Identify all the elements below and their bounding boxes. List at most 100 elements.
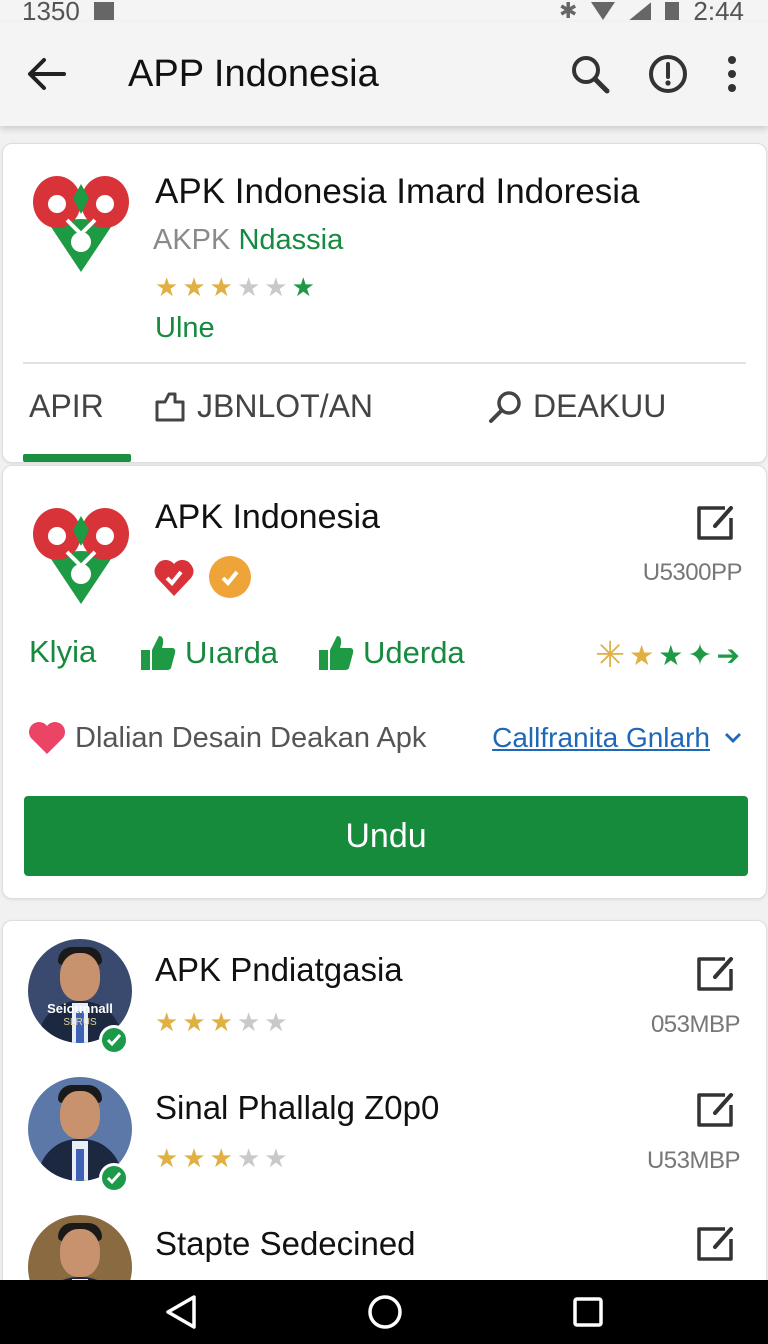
star-icon: ★ (209, 1143, 233, 1173)
status-bar: 1350 ✱ 2:44 (0, 0, 768, 22)
tab-label: APIR (29, 388, 104, 424)
star-icon: ★ (209, 272, 233, 302)
stat-item[interactable]: Uıarda (139, 634, 278, 672)
divider (23, 362, 746, 364)
square-recents-icon (572, 1297, 603, 1327)
list-item-title: APK Pndiatgasia (155, 951, 403, 988)
avatar (28, 1215, 132, 1281)
more-vertical-icon (728, 56, 736, 92)
app-logo-icon (33, 508, 129, 604)
list-item-title: Stapte Sedecined (155, 1225, 416, 1262)
star-icon: ★ (155, 272, 179, 302)
star-icon: ★ (264, 1007, 288, 1037)
star-icon: ★ (236, 272, 261, 302)
list-item-rating: ★ ★ ★ ★ ★ (155, 1009, 288, 1035)
search-button[interactable] (570, 54, 610, 94)
featured-app-developer[interactable]: AKPK Ndassia (153, 224, 343, 257)
stat-label: Uderda (363, 635, 465, 670)
edit-icon[interactable] (695, 953, 737, 993)
edit-icon[interactable] (695, 1089, 737, 1129)
alert-circle-icon (649, 55, 687, 93)
heart-check-icon (153, 556, 195, 598)
star-icon: ★ (264, 1143, 288, 1173)
app-list-card: Seiounnall SLRUS APK Pndiatgasia ★ ★ ★ ★… (2, 920, 767, 1320)
star-icon: ★ (209, 1007, 233, 1037)
stat-label: Uıarda (185, 635, 279, 670)
circle-home-icon (368, 1295, 402, 1329)
star-icon: ★ (291, 272, 315, 302)
stat-item[interactable]: Uderda (317, 634, 465, 672)
list-item-size: U53MBP (646, 1147, 741, 1174)
developer-name: Ndassia (238, 224, 344, 256)
stats-row: Klyia Uıarda Uderda ✳ ★ ★ ✦ ➔ (29, 634, 740, 684)
bluetooth-icon: ✱ (558, 0, 578, 22)
category-link-row[interactable]: Callfranita Gnlarh (492, 722, 742, 754)
favorite-row[interactable]: Dlalian Desain Deakan Apk (27, 720, 426, 756)
list-item-size: 053MBP (650, 1011, 741, 1038)
nav-recents-button[interactable] (572, 1296, 604, 1328)
star-icon: ★ (155, 1143, 179, 1173)
triangle-back-icon (166, 1295, 197, 1329)
stat-label: Klyia (29, 634, 97, 669)
status-time-left: 1350 (22, 0, 80, 22)
star-icon: ★ (182, 1143, 206, 1173)
signal-icon (629, 2, 652, 20)
app-detail-card: APK Indonesia U5300PP Klyia Uıarda Uderd… (2, 465, 767, 899)
stat-item: Klyia (29, 634, 96, 670)
thumbs-up-icon (319, 636, 354, 670)
star-icon: ★ (658, 639, 684, 671)
info-button[interactable] (648, 54, 688, 94)
star-icon: ★ (264, 272, 288, 302)
system-nav-bar (0, 1280, 768, 1344)
list-item[interactable]: Seiounnall SLRUS APK Pndiatgasia ★ ★ ★ ★… (3, 931, 766, 1067)
list-item-title: Sinal Phallalg Z0p0 (155, 1089, 440, 1126)
list-item-rating: ★ ★ ★ ★ ★ (155, 1145, 288, 1171)
category-link[interactable]: Callfranita Gnlarh (492, 722, 710, 754)
featured-app-card[interactable]: APK Indonesia Imard Indoresia AKPK Ndass… (2, 143, 767, 463)
wifi-icon (591, 2, 616, 20)
edit-icon[interactable] (695, 1223, 737, 1263)
nav-home-button[interactable] (367, 1294, 403, 1330)
sparkle-icon: ✳ (595, 634, 626, 675)
tab-label: DEAKUU (533, 388, 667, 424)
tab-active-indicator (23, 454, 131, 462)
star-icon: ★ (155, 1007, 179, 1037)
overflow-menu-button[interactable] (726, 55, 738, 93)
list-item[interactable]: Sinal Phallalg Z0p0 ★ ★ ★ ★ ★ U53MBP (3, 1069, 766, 1205)
check-badge-icon (209, 556, 251, 598)
featured-app-status: Ulne (155, 312, 215, 344)
featured-app-title: APK Indonesia Imard Indoresia (155, 172, 640, 211)
badge-row (153, 556, 251, 598)
tab-jbnlotan[interactable]: JBNLOT/AN (153, 388, 373, 425)
edit-icon[interactable] (695, 502, 737, 542)
verified-icon (99, 1025, 129, 1055)
nav-back-button[interactable] (164, 1294, 198, 1330)
page-title: APP Indonesia (128, 52, 379, 95)
status-time-right: 2:44 (693, 0, 744, 22)
app-size: U5300PP (642, 559, 743, 586)
tab-deakuu[interactable]: DEAKUU (487, 388, 666, 425)
tab-apir[interactable]: APIR (29, 388, 104, 425)
developer-prefix: AKPK (153, 224, 231, 256)
sparkle-rating: ✳ ★ ★ ✦ ➔ (595, 634, 740, 676)
thumbs-up-icon (141, 636, 176, 670)
folder-icon (155, 392, 185, 421)
arrow-right-icon: ➔ (716, 639, 740, 671)
download-button[interactable]: Undu (24, 796, 748, 876)
app-logo-icon (33, 176, 129, 272)
star-icon: ★ (182, 272, 206, 302)
avatar-caption: Seiounnall (47, 1001, 113, 1016)
verified-icon (99, 1163, 129, 1193)
arrow-left-icon (28, 58, 66, 90)
tab-bar: APIR JBNLOT/AN DEAKUU (3, 366, 766, 462)
list-item[interactable]: Stapte Sedecined (3, 1207, 766, 1281)
star-icon: ★ (236, 1143, 261, 1173)
battery-icon (665, 2, 680, 20)
back-button[interactable] (0, 56, 92, 92)
favorite-text: Dlalian Desain Deakan Apk (75, 721, 427, 754)
star-icon: ★ (236, 1007, 261, 1037)
search-icon (489, 390, 521, 423)
star-icon: ★ (629, 639, 655, 671)
app-bar: APP Indonesia (0, 22, 768, 126)
heart-icon (29, 722, 65, 754)
